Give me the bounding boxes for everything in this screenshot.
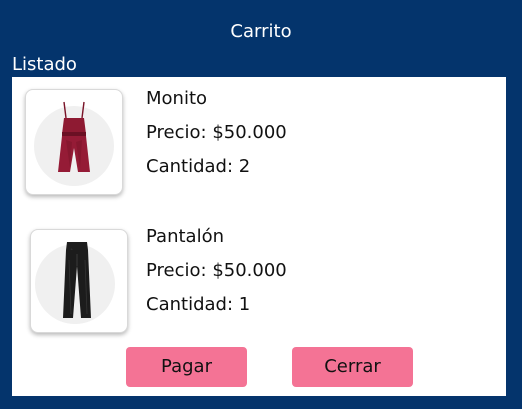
product-name: Monito [146,88,208,109]
product-image [30,229,128,333]
cart-list-panel: Monito Precio: $50.000 Cantidad: 2 Panta… [12,77,506,396]
list-item: Pantalón Precio: $50.000 Cantidad: 1 [12,225,506,345]
pants-icon [35,242,115,324]
jumpsuit-icon [34,101,114,186]
product-quantity: Cantidad: 2 [146,156,251,177]
list-item: Monito Precio: $50.000 Cantidad: 2 [12,87,506,207]
product-name: Pantalón [146,226,224,247]
product-price: Precio: $50.000 [146,122,287,143]
product-price: Precio: $50.000 [146,260,287,281]
close-button[interactable]: Cerrar [292,347,413,387]
product-quantity: Cantidad: 1 [146,294,251,315]
product-image [25,89,123,195]
pay-button[interactable]: Pagar [126,347,247,387]
page-title: Carrito [230,21,292,42]
action-bar: Pagar Cerrar [12,347,506,387]
list-label: Listado [12,54,77,75]
